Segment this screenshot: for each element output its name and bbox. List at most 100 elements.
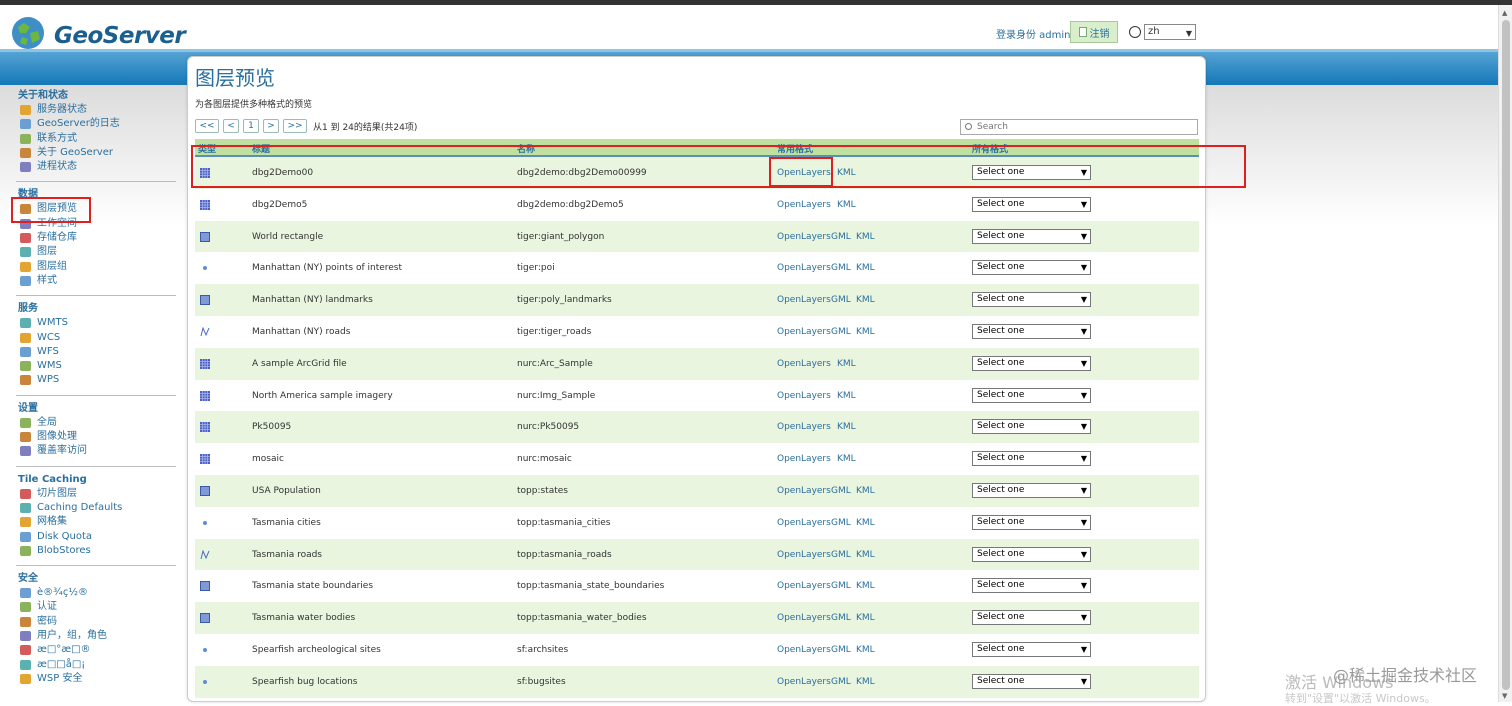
sidebar-item[interactable]: 全局	[18, 416, 178, 430]
gml-link[interactable]: GML	[831, 327, 851, 337]
openlayers-link[interactable]: OpenLayers	[777, 550, 831, 560]
all-formats-select[interactable]: Select one ▼	[972, 355, 1091, 371]
openlayers-link[interactable]: OpenLayers	[777, 391, 831, 401]
scrollbar-thumb[interactable]	[1502, 20, 1510, 690]
gml-link[interactable]: GML	[831, 581, 851, 591]
sidebar-item[interactable]: WPS	[18, 373, 178, 387]
gml-link[interactable]: GML	[831, 550, 851, 560]
scroll-up-icon[interactable]: ▲	[1502, 9, 1507, 17]
sidebar-item[interactable]: WCS	[18, 331, 178, 345]
all-formats-select[interactable]: Select one ▼	[972, 514, 1091, 530]
sidebar-item[interactable]: 进程状态	[18, 160, 178, 174]
scroll-down-icon[interactable]: ▼	[1502, 692, 1507, 700]
kml-link[interactable]: KML	[856, 327, 875, 337]
sidebar-item[interactable]: 服务器状态	[18, 103, 178, 117]
kml-link[interactable]: KML	[856, 232, 875, 242]
openlayers-link[interactable]: OpenLayers	[777, 486, 831, 496]
pager-last-button[interactable]: >>	[283, 119, 307, 133]
openlayers-link[interactable]: OpenLayers	[777, 518, 831, 528]
openlayers-link[interactable]: OpenLayers	[777, 613, 831, 623]
kml-link[interactable]: KML	[856, 263, 875, 273]
kml-link[interactable]: KML	[856, 518, 875, 528]
kml-link[interactable]: KML	[837, 200, 856, 210]
gml-link[interactable]: GML	[831, 645, 851, 655]
sidebar-item[interactable]: 覆盖率访问	[18, 444, 178, 458]
logout-button[interactable]: 注销	[1070, 21, 1118, 43]
sidebar-item[interactable]: æ□□å□¡	[18, 658, 178, 672]
openlayers-link[interactable]: OpenLayers	[777, 232, 831, 242]
all-formats-select[interactable]: Select one ▼	[972, 451, 1091, 467]
sidebar-item[interactable]: è®¾ç½®	[18, 586, 178, 600]
sidebar-item[interactable]: 网格集	[18, 515, 178, 529]
kml-link[interactable]: KML	[837, 422, 856, 432]
all-formats-select[interactable]: Select one ▼	[972, 546, 1091, 562]
pager-page-button[interactable]: 1	[243, 119, 259, 133]
sidebar-item[interactable]: WSP 安全	[18, 672, 178, 686]
sidebar-item[interactable]: æ□°æ□®	[18, 643, 178, 657]
sidebar-item[interactable]: Disk Quota	[18, 530, 178, 544]
sidebar-item[interactable]: 关于 GeoServer	[18, 146, 178, 160]
pager-prev-button[interactable]: <	[223, 119, 239, 133]
all-formats-select[interactable]: Select one ▼	[972, 482, 1091, 498]
kml-link[interactable]: KML	[856, 486, 875, 496]
sidebar-item[interactable]: WMTS	[18, 316, 178, 330]
gml-link[interactable]: GML	[831, 518, 851, 528]
sidebar-item[interactable]: 图层	[18, 245, 178, 259]
sidebar-item[interactable]: 存储仓库	[18, 231, 178, 245]
sidebar-item[interactable]: 用户，组，角色	[18, 629, 178, 643]
pager-first-button[interactable]: <<	[195, 119, 219, 133]
search-input[interactable]	[977, 120, 1192, 134]
all-formats-select[interactable]: Select one ▼	[972, 610, 1091, 626]
all-formats-select[interactable]: Select one ▼	[972, 673, 1091, 689]
sidebar-item[interactable]: Caching Defaults	[18, 501, 178, 515]
kml-link[interactable]: KML	[837, 359, 856, 369]
openlayers-link[interactable]: OpenLayers	[777, 263, 831, 273]
kml-link[interactable]: KML	[856, 295, 875, 305]
kml-link[interactable]: KML	[856, 645, 875, 655]
openlayers-link[interactable]: OpenLayers	[777, 454, 831, 464]
sidebar-item[interactable]: WMS	[18, 359, 178, 373]
kml-link[interactable]: KML	[837, 454, 856, 464]
sidebar-item[interactable]: WFS	[18, 345, 178, 359]
language-select[interactable]: zh ▼	[1144, 24, 1196, 40]
sidebar-item[interactable]: GeoServer的日志	[18, 117, 178, 131]
openlayers-link[interactable]: OpenLayers	[777, 327, 831, 337]
all-formats-select[interactable]: Select one ▼	[972, 292, 1091, 308]
openlayers-link[interactable]: OpenLayers	[777, 581, 831, 591]
gml-link[interactable]: GML	[831, 486, 851, 496]
kml-link[interactable]: KML	[856, 581, 875, 591]
all-formats-select[interactable]: Select one ▼	[972, 578, 1091, 594]
openlayers-link[interactable]: OpenLayers	[777, 677, 831, 687]
openlayers-link[interactable]: OpenLayers	[777, 645, 831, 655]
sidebar-item[interactable]: 联系方式	[18, 132, 178, 146]
sidebar-item[interactable]: 样式	[18, 274, 178, 288]
pager-next-button[interactable]: >	[263, 119, 279, 133]
sidebar-item[interactable]: BlobStores	[18, 544, 178, 558]
all-formats-select[interactable]: Select one ▼	[972, 260, 1091, 276]
all-formats-select[interactable]: Select one ▼	[972, 641, 1091, 657]
all-formats-select[interactable]: Select one ▼	[972, 196, 1091, 212]
kml-link[interactable]: KML	[856, 613, 875, 623]
sidebar-item[interactable]: 图像处理	[18, 430, 178, 444]
gml-link[interactable]: GML	[831, 263, 851, 273]
gml-link[interactable]: GML	[831, 295, 851, 305]
all-formats-select[interactable]: Select one ▼	[972, 419, 1091, 435]
kml-link[interactable]: KML	[856, 677, 875, 687]
sidebar-item[interactable]: 切片图层	[18, 487, 178, 501]
sidebar-item[interactable]: 密码	[18, 615, 178, 629]
openlayers-link[interactable]: OpenLayers	[777, 422, 831, 432]
sidebar-item[interactable]: 图层组	[18, 260, 178, 274]
sidebar-item[interactable]: 认证	[18, 600, 178, 614]
openlayers-link[interactable]: OpenLayers	[777, 200, 831, 210]
openlayers-link[interactable]: OpenLayers	[777, 295, 831, 305]
page-scrollbar[interactable]: ▲ ▼	[1498, 5, 1512, 702]
gml-link[interactable]: GML	[831, 613, 851, 623]
kml-link[interactable]: KML	[856, 550, 875, 560]
gml-link[interactable]: GML	[831, 232, 851, 242]
kml-link[interactable]: KML	[837, 391, 856, 401]
all-formats-select[interactable]: Select one ▼	[972, 228, 1091, 244]
gml-link[interactable]: GML	[831, 677, 851, 687]
all-formats-select[interactable]: Select one ▼	[972, 323, 1091, 339]
all-formats-select[interactable]: Select one ▼	[972, 387, 1091, 403]
openlayers-link[interactable]: OpenLayers	[777, 359, 831, 369]
